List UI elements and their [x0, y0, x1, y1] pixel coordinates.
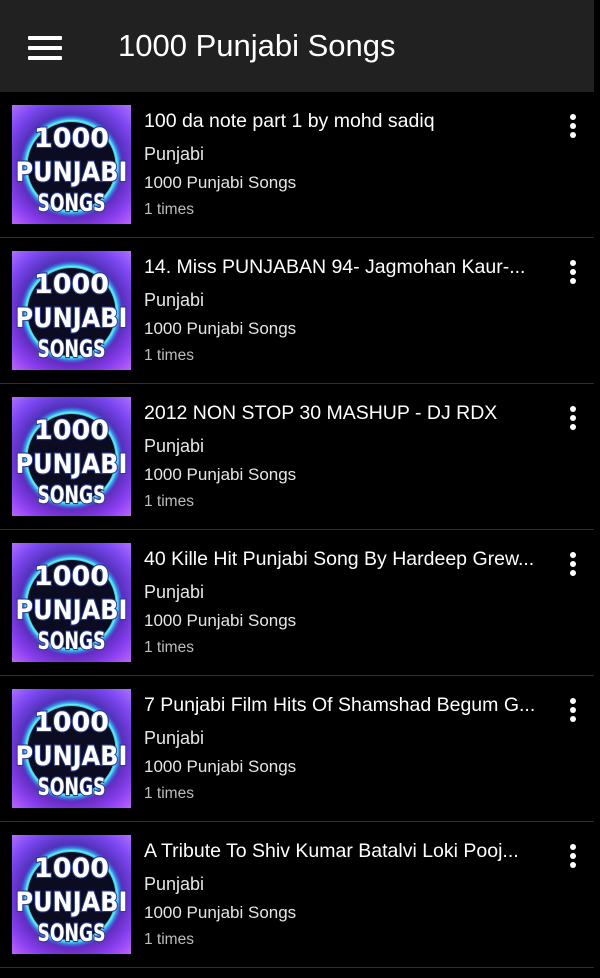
song-album: 1000 Punjabi Songs [144, 757, 297, 776]
song-title: 7 Punjabi Film Hits Of Shamshad Begum G.… [144, 694, 536, 716]
logo-text-1000: 1000 [34, 561, 109, 592]
more-options-icon[interactable] [562, 552, 584, 578]
song-info: 14. Miss PUNJABAN 94- Jagmohan Kaur-... … [144, 254, 540, 366]
song-info: A Tribute To Shiv Kumar Batalvi Loki Poo… [144, 838, 540, 950]
album-art: 1000 PUNJABI SONGS [12, 543, 131, 662]
album-art: 1000 PUNJABI SONGS [12, 251, 131, 370]
play-count: 1 times [144, 347, 194, 364]
app-bar: 1000 Punjabi Songs [0, 0, 594, 92]
song-info: 7 Punjabi Film Hits Of Shamshad Begum G.… [144, 692, 540, 804]
song-album: 1000 Punjabi Songs [144, 903, 297, 922]
list-item[interactable]: 1000 PUNJABI SONGS A Tribute To Shiv Kum… [0, 822, 594, 968]
list-item[interactable]: 1000 PUNJABI SONGS 7 Punjabi Film Hits O… [0, 676, 594, 822]
song-title: 2012 NON STOP 30 MASHUP - DJ RDX [144, 402, 498, 424]
song-genre: Punjabi [144, 144, 205, 164]
punjabi-songs-logo-icon: 1000 PUNJABI SONGS [12, 689, 131, 808]
page-title: 1000 Punjabi Songs [118, 28, 396, 63]
album-art: 1000 PUNJABI SONGS [12, 105, 131, 224]
song-album: 1000 Punjabi Songs [144, 611, 297, 630]
song-title: 40 Kille Hit Punjabi Song By Hardeep Gre… [144, 548, 535, 570]
song-genre: Punjabi [144, 728, 205, 748]
list-item[interactable]: 1000 PUNJABI SONGS 100 da note part 1 by… [0, 92, 594, 238]
album-art: 1000 PUNJABI SONGS [12, 835, 131, 954]
play-count: 1 times [144, 639, 194, 656]
song-album: 1000 Punjabi Songs [144, 319, 297, 338]
logo-text-songs: SONGS [38, 335, 106, 363]
logo-text-punjabi: PUNJABI [16, 741, 128, 772]
more-options-icon[interactable] [562, 698, 584, 724]
song-title: 100 da note part 1 by mohd sadiq [144, 110, 435, 132]
logo-text-songs: SONGS [38, 189, 106, 217]
logo-text-1000: 1000 [34, 415, 109, 446]
song-album: 1000 Punjabi Songs [144, 465, 297, 484]
list-item[interactable]: 1000 PUNJABI SONGS 14. Miss PUNJABAN 94-… [0, 238, 594, 384]
logo-text-1000: 1000 [34, 269, 109, 300]
more-options-icon[interactable] [562, 114, 584, 140]
logo-text-punjabi: PUNJABI [16, 887, 128, 918]
punjabi-songs-logo-icon: 1000 PUNJABI SONGS [12, 397, 131, 516]
list-item[interactable]: 1000 PUNJABI SONGS 2012 NON STOP 30 MASH… [0, 384, 594, 530]
list-item[interactable]: 1000 PUNJABI SONGS 40 Kille Hit Punjabi … [0, 530, 594, 676]
more-options-icon[interactable] [562, 260, 584, 286]
play-count: 1 times [144, 785, 194, 802]
punjabi-songs-logo-icon: 1000 PUNJABI SONGS [12, 251, 131, 370]
logo-text-songs: SONGS [38, 481, 106, 509]
logo-text-1000: 1000 [34, 707, 109, 738]
punjabi-songs-logo-icon: 1000 PUNJABI SONGS [12, 835, 131, 954]
punjabi-songs-logo-icon: 1000 PUNJABI SONGS [12, 105, 131, 224]
logo-text-punjabi: PUNJABI [16, 449, 128, 480]
song-info: 2012 NON STOP 30 MASHUP - DJ RDX Punjabi… [144, 400, 540, 512]
album-art: 1000 PUNJABI SONGS [12, 397, 131, 516]
more-options-icon[interactable] [562, 406, 584, 432]
play-count: 1 times [144, 493, 194, 510]
logo-text-songs: SONGS [38, 919, 106, 947]
hamburger-menu-icon[interactable] [28, 36, 62, 60]
play-count: 1 times [144, 931, 194, 948]
logo-text-1000: 1000 [34, 853, 109, 884]
song-genre: Punjabi [144, 582, 205, 602]
logo-text-1000: 1000 [34, 123, 109, 154]
song-genre: Punjabi [144, 436, 205, 456]
play-count: 1 times [144, 201, 194, 218]
logo-text-punjabi: PUNJABI [16, 303, 128, 334]
song-title: A Tribute To Shiv Kumar Batalvi Loki Poo… [144, 840, 519, 862]
punjabi-songs-logo-icon: 1000 PUNJABI SONGS [12, 543, 131, 662]
logo-text-punjabi: PUNJABI [16, 157, 128, 188]
logo-text-punjabi: PUNJABI [16, 595, 128, 626]
logo-text-songs: SONGS [38, 627, 106, 655]
song-info: 40 Kille Hit Punjabi Song By Hardeep Gre… [144, 546, 540, 658]
song-genre: Punjabi [144, 874, 205, 894]
logo-text-songs: SONGS [38, 773, 106, 801]
more-options-icon[interactable] [562, 844, 584, 870]
album-art: 1000 PUNJABI SONGS [12, 689, 131, 808]
song-list: 1000 PUNJABI SONGS 100 da note part 1 by… [0, 92, 594, 968]
song-album: 1000 Punjabi Songs [144, 173, 297, 192]
song-genre: Punjabi [144, 290, 205, 310]
song-info: 100 da note part 1 by mohd sadiq Punjabi… [144, 108, 540, 220]
song-title: 14. Miss PUNJABAN 94- Jagmohan Kaur-... [144, 256, 526, 278]
